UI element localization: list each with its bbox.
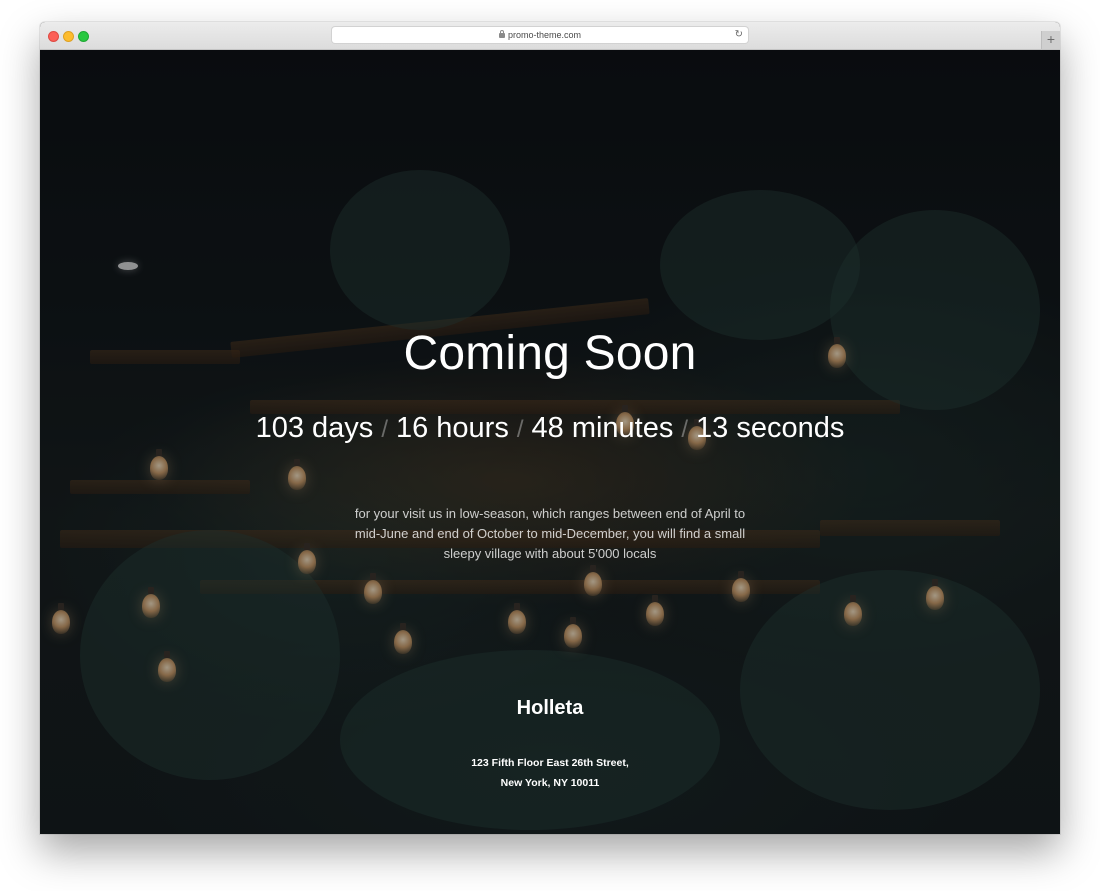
countdown-hours: 16 hours	[395, 412, 509, 444]
brand-name: Holleta	[516, 697, 584, 719]
maximize-window-button[interactable]	[78, 31, 89, 42]
description-text: for your visit us in low-season, which r…	[354, 506, 746, 561]
browser-titlebar: promo-theme.com ↻ +	[40, 22, 1060, 50]
page-viewport: Coming Soon 103 days / 16 hours / 48 minutes…	[40, 50, 1060, 834]
reload-icon[interactable]: ↻	[735, 27, 743, 43]
countdown-separator: /	[381, 416, 388, 443]
countdown-separator: /	[681, 416, 689, 443]
url-text: promo-theme.com	[507, 30, 582, 40]
coming-soon-content: Coming Soon 103 days / 16 hours / 48 minutes…	[40, 50, 1060, 834]
countdown-days: 103 days	[255, 412, 374, 444]
countdown-timer: 103 days / 16 hours / 48 minutes / 13 seconds	[40, 410, 1060, 448]
page-title: Coming Soon	[403, 327, 697, 380]
countdown-minutes: 48 minutes	[531, 412, 674, 444]
address-line-1: 123 Fifth Floor East 26th Street,	[471, 757, 629, 769]
close-window-button[interactable]	[48, 31, 59, 42]
countdown-seconds: 13 seconds	[696, 412, 845, 444]
minimize-window-button[interactable]	[63, 31, 74, 42]
address-line-2: New York, NY 10011	[500, 777, 600, 789]
lock-icon	[498, 30, 505, 38]
browser-window: promo-theme.com ↻ + Coming Soon 103 days…	[40, 22, 1060, 834]
countdown-separator: /	[516, 416, 524, 443]
address-bar[interactable]: promo-theme.com ↻	[332, 27, 748, 43]
new-tab-button[interactable]: +	[1041, 31, 1060, 49]
